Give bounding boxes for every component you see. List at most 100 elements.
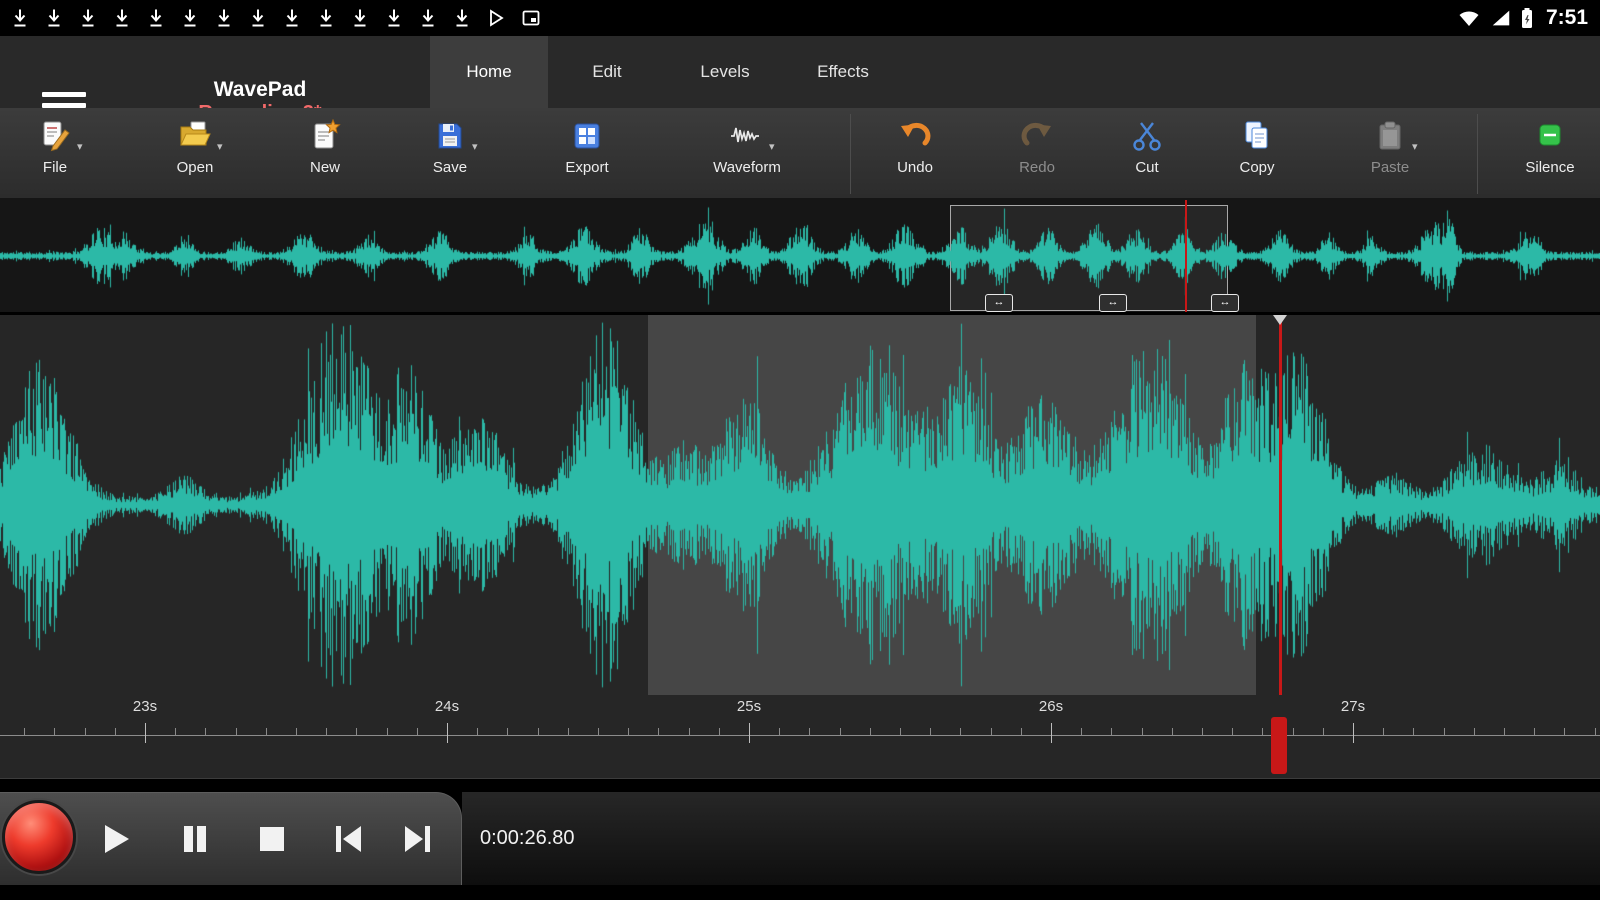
caret-icon: ▾ <box>217 140 223 153</box>
ruler-tick <box>266 728 267 735</box>
ruler-tick <box>175 728 176 735</box>
ruler-label: 26s <box>1021 698 1081 715</box>
app-header: WavePad Recording 3* Home Edit Levels Ef… <box>0 36 1600 108</box>
open-folder-icon <box>177 116 213 156</box>
download-icon <box>114 8 130 28</box>
ruler-tick <box>205 728 206 735</box>
play-button[interactable] <box>97 821 133 857</box>
ruler-tick <box>1262 728 1263 735</box>
toolbar-button-label: File <box>43 159 67 176</box>
record-button[interactable] <box>2 800 76 874</box>
ruler-tick <box>930 728 931 735</box>
ruler-label: 24s <box>417 698 477 715</box>
toolbar-cut-button[interactable]: Cut <box>1087 116 1207 196</box>
caret-icon: ▾ <box>1412 140 1418 153</box>
ruler-tick <box>809 728 810 735</box>
skip-start-button[interactable] <box>330 821 366 857</box>
toolbar-export-button[interactable]: Export <box>527 116 647 196</box>
playback-time-display: 0:00:26.80 <box>480 827 575 850</box>
toolbar-button-label: Open <box>177 159 214 176</box>
playhead-handle-icon[interactable] <box>1273 315 1287 325</box>
ruler-tick <box>598 728 599 735</box>
selection-handle[interactable]: ↔ <box>985 294 1013 312</box>
toolbar-paste-button[interactable]: ▾ Paste <box>1330 116 1450 196</box>
paste-clipboard-icon <box>1373 116 1407 156</box>
main-waveform-canvas[interactable] <box>0 315 1600 695</box>
tab-effects[interactable]: Effects <box>784 36 902 108</box>
ruler-tick <box>387 728 388 735</box>
ruler-tick <box>1504 728 1505 735</box>
ruler-label: 25s <box>719 698 779 715</box>
main-waveform-view <box>0 315 1600 695</box>
caret-icon: ▾ <box>77 140 83 153</box>
ruler-tick <box>54 728 55 735</box>
ruler-tick <box>840 728 841 735</box>
toolbar-new-button[interactable]: New <box>265 116 385 196</box>
selection-handle-icon: ↔ <box>1220 296 1231 308</box>
toolbar-button-label: Redo <box>1019 159 1055 176</box>
ruler-tick <box>1444 728 1445 735</box>
ruler-tick-major <box>1353 723 1354 743</box>
ruler-tick <box>1202 728 1203 735</box>
overview-playhead <box>1185 200 1187 312</box>
tab-edit[interactable]: Edit <box>548 36 666 108</box>
transport-deck: 0:00:26.80 <box>462 792 1600 885</box>
toolbar-redo-button[interactable]: Redo <box>977 116 1097 196</box>
download-icon <box>284 8 300 28</box>
ruler-tick <box>85 728 86 735</box>
pause-icon <box>178 822 212 856</box>
status-notification-icons <box>12 8 540 28</box>
toolbar-silence-button[interactable]: Silence <box>1490 116 1600 196</box>
ruler-tick <box>1474 728 1475 735</box>
download-icon <box>148 8 164 28</box>
toolbar-button-label: Silence <box>1525 159 1574 176</box>
ruler-tick <box>1534 728 1535 735</box>
ruler-tick <box>1111 728 1112 735</box>
overview-waveform-strip: ↔ ↔ ↔ <box>0 200 1600 315</box>
ruler-tick <box>1564 728 1565 735</box>
download-icon <box>46 8 62 28</box>
ruler-tick <box>507 728 508 735</box>
toolbar-save-button[interactable]: ▾ Save <box>390 116 510 196</box>
toolbar-undo-button[interactable]: Undo <box>855 116 975 196</box>
toolbar-open-button[interactable]: ▾ Open <box>135 116 255 196</box>
ruler-tick <box>1081 728 1082 735</box>
toolbar-button-label: Undo <box>897 159 933 176</box>
selection-handle-icon: ↔ <box>1108 296 1119 308</box>
ribbon-tabs: Home Edit Levels Effects <box>430 36 902 108</box>
tab-home[interactable]: Home <box>430 36 548 108</box>
caret-icon: ▾ <box>472 140 478 153</box>
overview-waveform-canvas[interactable] <box>0 200 1600 312</box>
toolbar-button-label: Export <box>565 159 608 176</box>
ruler-playhead-marker[interactable] <box>1271 717 1287 774</box>
download-icon <box>216 8 232 28</box>
toolbar-waveform-button[interactable]: ▾ Waveform <box>687 116 807 196</box>
playhead-line[interactable] <box>1279 315 1282 695</box>
waveform-icon <box>729 116 765 156</box>
download-icon <box>182 8 198 28</box>
skip-end-button[interactable] <box>400 821 436 857</box>
ruler-tick-major <box>749 723 750 743</box>
ruler-label: 27s <box>1323 698 1383 715</box>
toolbar-copy-button[interactable]: Copy <box>1197 116 1317 196</box>
selection-handle[interactable]: ↔ <box>1211 294 1239 312</box>
clock: 7:51 <box>1546 6 1588 30</box>
ruler-tick <box>900 728 901 735</box>
ruler-tick <box>296 728 297 735</box>
ruler-tick <box>1413 728 1414 735</box>
toolbar-button-label: Copy <box>1239 159 1274 176</box>
download-icon-group <box>12 8 470 28</box>
ruler-tick <box>538 728 539 735</box>
tab-levels[interactable]: Levels <box>666 36 784 108</box>
ruler-tick <box>1293 728 1294 735</box>
stop-button[interactable] <box>254 821 290 857</box>
export-icon <box>570 116 604 156</box>
download-icon <box>386 8 402 28</box>
selection-handle[interactable]: ↔ <box>1099 294 1127 312</box>
toolbar-file-button[interactable]: ▾ File <box>0 116 115 196</box>
ruler-tick <box>236 728 237 735</box>
ruler-tick <box>477 728 478 735</box>
pause-button[interactable] <box>177 821 213 857</box>
redo-icon <box>1020 116 1054 156</box>
pip-status-icon <box>522 10 540 26</box>
